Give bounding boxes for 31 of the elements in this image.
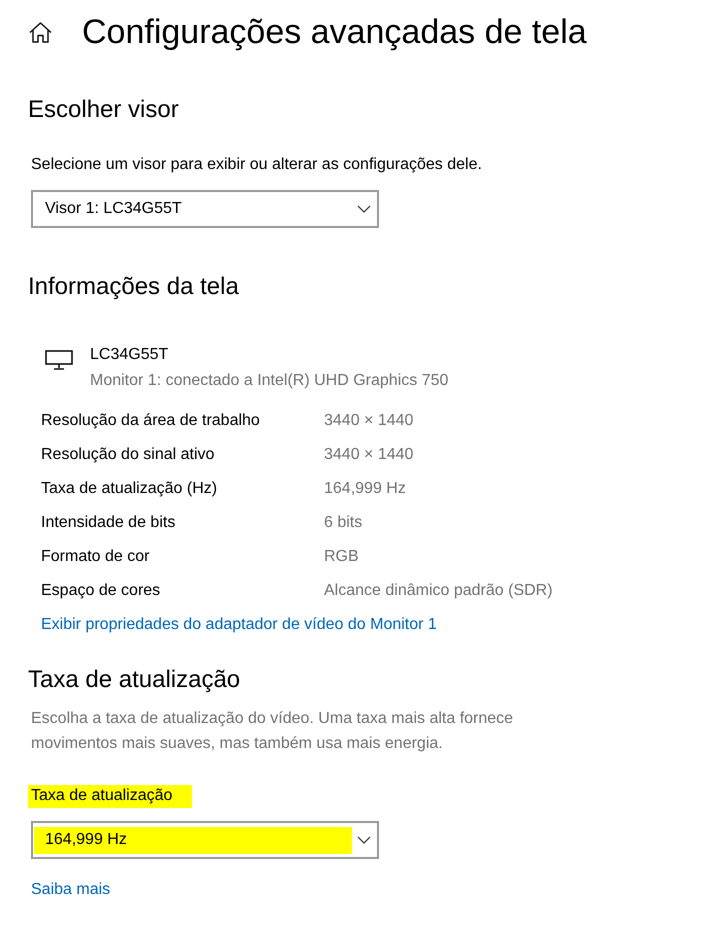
- info-label: Resolução do sinal ativo: [41, 445, 216, 465]
- section-heading: Escolher visor: [28, 95, 180, 125]
- home-icon[interactable]: [29, 22, 52, 42]
- info-label: Resolução da área de trabalho: [41, 411, 261, 431]
- section-description: Escolha a taxa de atualização do vídeo. Uma taxa mais alta fornece movimentos mais suaves, mas também usa mais energia.: [31, 709, 514, 754]
- section-heading: Taxa de atualização: [28, 665, 242, 695]
- info-value: 6 bits: [324, 513, 364, 533]
- dropdown[interactable]: Visor 1: LC34G55T: [31, 190, 379, 228]
- section-heading: Informações da tela: [28, 272, 240, 302]
- info-value: RGB: [324, 547, 360, 567]
- learn-more-link[interactable]: Saiba mais: [31, 881, 110, 898]
- section-description: Selecione um visor para exibir ou alterar as configurações dele.: [31, 155, 483, 175]
- field-label: Taxa de atualização: [28, 784, 192, 808]
- info-label: Taxa de atualização (Hz): [41, 479, 218, 499]
- info-label: Espaço de cores: [41, 581, 162, 601]
- info-value: 164,999 Hz: [324, 479, 407, 499]
- dropdown[interactable]: 164,999 Hz: [31, 821, 379, 859]
- monitor-icon: [45, 350, 73, 370]
- info-label: Formato de cor: [41, 547, 150, 567]
- adapter-properties-link[interactable]: Exibir propriedades do adaptador de vídeo do Monitor 1: [41, 613, 437, 637]
- info-label: Intensidade de bits: [41, 513, 176, 533]
- chevron-down-icon: [357, 205, 371, 213]
- monitor-name: LC34G55T: [90, 345, 170, 365]
- monitor-connection: Monitor 1: conectado a Intel(R) UHD Graphics 750: [90, 371, 448, 391]
- dropdown-value: 164,999 Hz: [34, 826, 352, 854]
- page-title: Configurações avançadas de tela: [82, 12, 587, 52]
- info-value: 3440 × 1440: [324, 445, 414, 465]
- dropdown-value: Visor 1: LC34G55T: [44, 199, 183, 219]
- chevron-down-icon: [357, 836, 371, 844]
- info-value: 3440 × 1440: [324, 411, 414, 431]
- info-value: Alcance dinâmico padrão (SDR): [324, 581, 554, 601]
